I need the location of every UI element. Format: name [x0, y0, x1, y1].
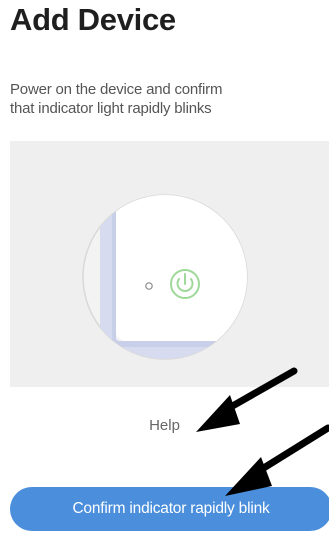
- arrow-to-confirm-icon: [225, 424, 329, 496]
- device-illustration-panel: [10, 141, 329, 387]
- help-link[interactable]: Help: [0, 417, 329, 434]
- instruction-text: Power on the device and confirm that ind…: [10, 80, 310, 118]
- page-title: Add Device: [10, 2, 176, 37]
- device-illustration: [82, 194, 248, 360]
- instruction-line-2: that indicator light rapidly blinks: [10, 100, 212, 117]
- confirm-indicator-button[interactable]: Confirm indicator rapidly blink: [10, 487, 329, 531]
- instruction-line-1: Power on the device and confirm: [10, 81, 223, 98]
